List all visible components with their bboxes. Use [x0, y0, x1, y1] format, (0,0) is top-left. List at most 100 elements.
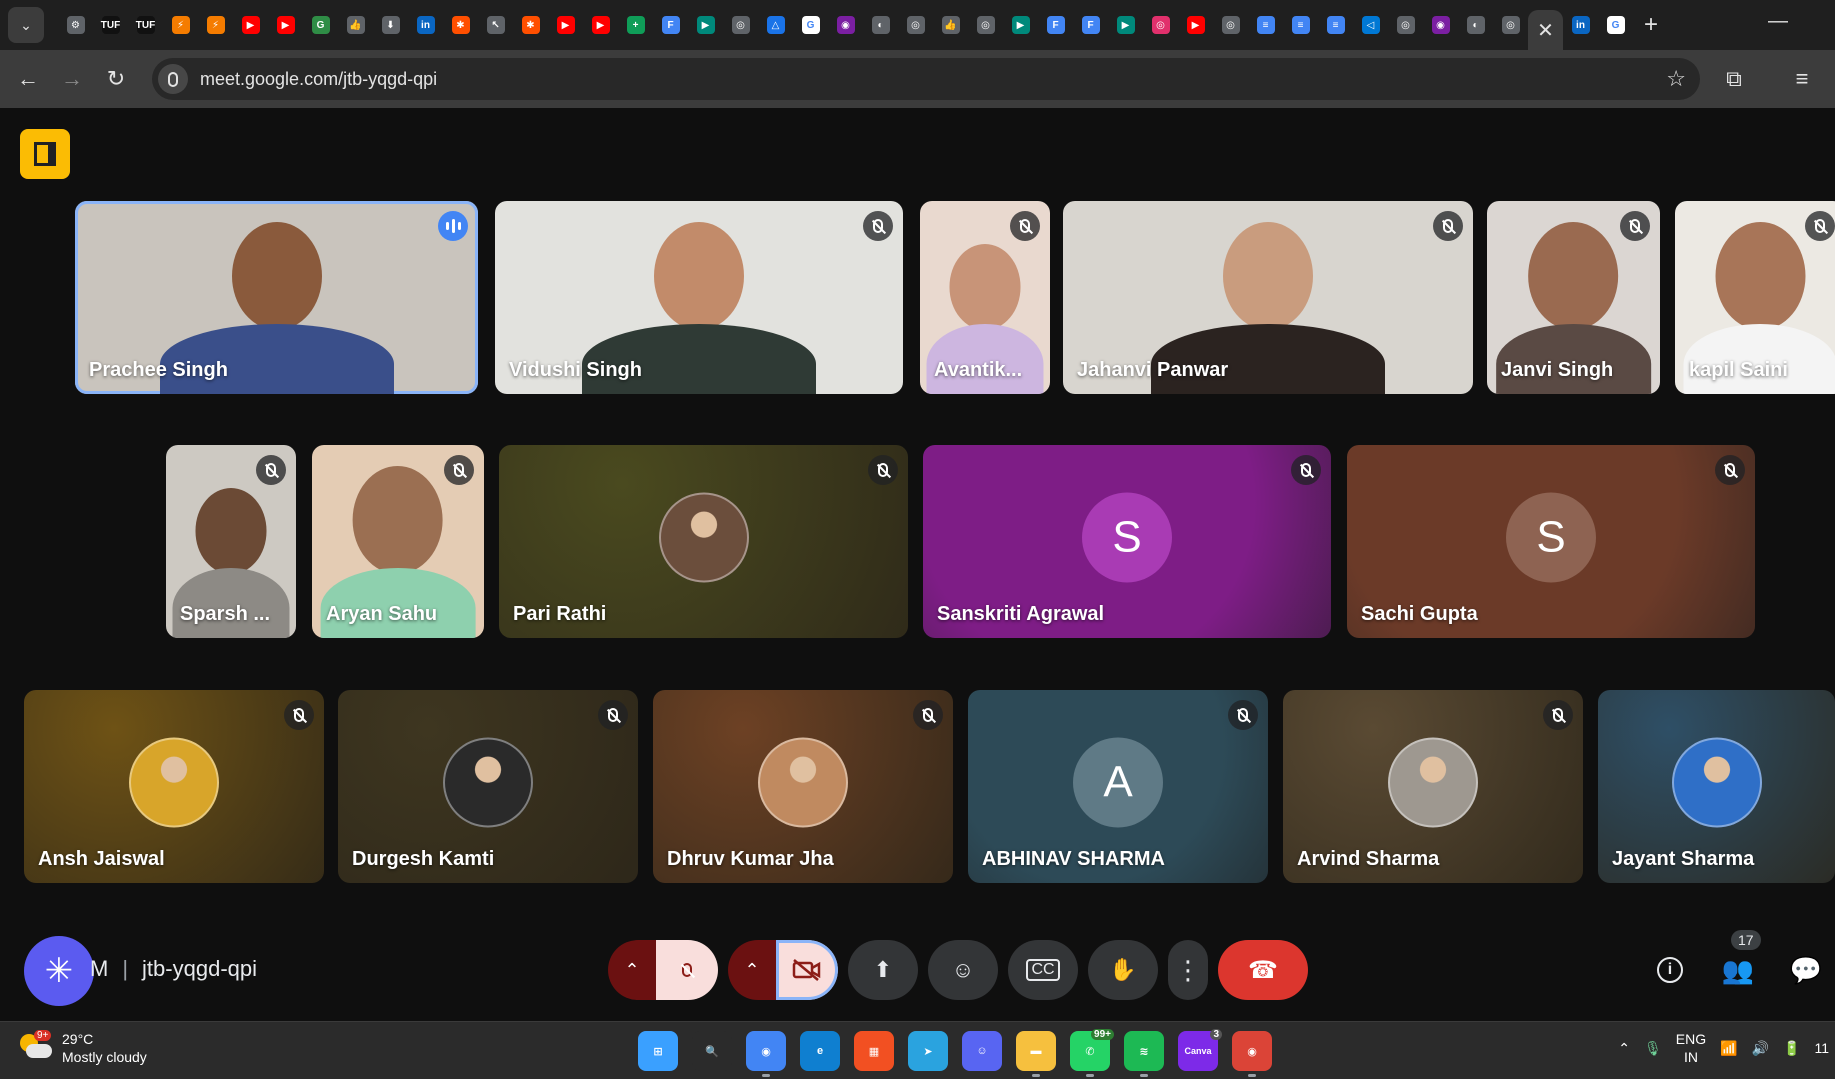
volume-icon[interactable]: 🔊: [1752, 1040, 1769, 1057]
search-icon[interactable]: 🔍: [692, 1031, 732, 1071]
participant-tile[interactable]: A ABHINAV SHARMA: [968, 690, 1268, 883]
tab-search-menu-button[interactable]: ⌄: [8, 7, 44, 43]
ms-store-icon[interactable]: ▦: [854, 1031, 894, 1071]
language-indicator[interactable]: ENG IN: [1676, 1030, 1706, 1066]
address-bar[interactable]: meet.google.com/jtb-yqgd-qpi ☆: [152, 58, 1700, 100]
browser-tab[interactable]: ▶: [688, 8, 723, 42]
close-tab-icon[interactable]: ✕: [1537, 18, 1554, 43]
participant-tile[interactable]: Aryan Sahu: [312, 445, 484, 638]
browser-tab[interactable]: 👍: [933, 8, 968, 42]
microphone-active-icon[interactable]: 🎙: [1644, 1040, 1662, 1057]
participant-tile[interactable]: Avantik...: [920, 201, 1050, 394]
browser-tab[interactable]: +: [618, 8, 653, 42]
browser-tab[interactable]: ▶: [268, 8, 303, 42]
weather-widget[interactable]: 9+ 29°C Mostly cloudy: [20, 1030, 147, 1066]
edge-icon[interactable]: e: [800, 1031, 840, 1071]
url-text[interactable]: meet.google.com/jtb-yqgd-qpi: [200, 69, 437, 90]
browser-tab[interactable]: ≡: [1283, 8, 1318, 42]
spotify-icon[interactable]: ≋: [1124, 1031, 1164, 1077]
participant-tile[interactable]: S Sachi Gupta: [1347, 445, 1755, 638]
canva-icon[interactable]: Canva 3: [1178, 1029, 1222, 1071]
browser-tab[interactable]: F: [1038, 8, 1073, 42]
browser-tab[interactable]: ↖: [478, 8, 513, 42]
browser-tab[interactable]: ⚡: [163, 8, 198, 42]
participant-tile[interactable]: Vidushi Singh: [495, 201, 903, 394]
telegram-icon[interactable]: ➤: [908, 1031, 948, 1071]
chrome-icon[interactable]: ◉: [746, 1031, 786, 1077]
whatsapp-icon[interactable]: ✆ 99+: [1070, 1029, 1114, 1077]
participant-tile[interactable]: S Sanskriti Agrawal: [923, 445, 1331, 638]
leave-call-button[interactable]: ☎: [1218, 940, 1308, 1000]
participant-tile[interactable]: Dhruv Kumar Jha: [653, 690, 953, 883]
reload-button[interactable]: ↻: [94, 57, 138, 101]
chrome-profile-icon[interactable]: ◉: [1232, 1031, 1272, 1077]
participant-tile[interactable]: kapil Saini: [1675, 201, 1835, 394]
browser-tab[interactable]: in: [1563, 8, 1598, 42]
back-button[interactable]: ←: [6, 57, 50, 101]
reactions-button[interactable]: ☺: [928, 940, 998, 1000]
chat-button[interactable]: 💬: [1777, 940, 1835, 1000]
more-options-button[interactable]: ⋮: [1168, 940, 1208, 1000]
site-info-button[interactable]: [158, 64, 188, 94]
discord-icon[interactable]: ☺: [962, 1031, 1002, 1071]
participant-tile[interactable]: Janvi Singh: [1487, 201, 1660, 394]
file-explorer-icon[interactable]: ▬: [1016, 1031, 1056, 1077]
browser-tab[interactable]: G: [793, 8, 828, 42]
browser-tab[interactable]: TUF: [128, 8, 163, 42]
browser-tab[interactable]: G: [303, 8, 338, 42]
participant-tile[interactable]: Sparsh ...: [166, 445, 296, 638]
browser-tab[interactable]: ◐: [1458, 8, 1493, 42]
browser-tab[interactable]: ◎: [1388, 8, 1423, 42]
media-controls-button[interactable]: ≡: [1780, 57, 1824, 101]
forward-button[interactable]: →: [50, 57, 94, 101]
browser-tab[interactable]: ◁: [1353, 8, 1388, 42]
browser-tab[interactable]: ◎: [1213, 8, 1248, 42]
chevron-up-icon[interactable]: ⌃: [1618, 1040, 1630, 1057]
browser-tab[interactable]: in: [408, 8, 443, 42]
raise-hand-button[interactable]: ✋: [1088, 940, 1158, 1000]
wifi-icon[interactable]: 📶: [1720, 1040, 1737, 1057]
browser-tab[interactable]: F: [1073, 8, 1108, 42]
new-tab-button[interactable]: +: [1633, 7, 1669, 43]
participant-tile[interactable]: Jahanvi Panwar: [1063, 201, 1473, 394]
clock[interactable]: 11: [1814, 1040, 1829, 1056]
extensions-button[interactable]: ⧉: [1712, 57, 1756, 101]
present-screen-button[interactable]: ⬆: [848, 940, 918, 1000]
browser-tab[interactable]: ▶: [1003, 8, 1038, 42]
browser-tab[interactable]: ◉: [828, 8, 863, 42]
browser-tab[interactable]: ▶: [1178, 8, 1213, 42]
bookmark-star-icon[interactable]: ☆: [1666, 66, 1686, 92]
microphone-toggle-button[interactable]: [656, 940, 718, 1000]
participant-tile[interactable]: Durgesh Kamti: [338, 690, 638, 883]
browser-tab[interactable]: F: [653, 8, 688, 42]
browser-tab[interactable]: ▶: [583, 8, 618, 42]
video-settings-button[interactable]: ⌃: [728, 940, 776, 1000]
assistant-fab-button[interactable]: ✳: [24, 936, 94, 1006]
camera-toggle-button[interactable]: [776, 940, 838, 1000]
companion-mode-button[interactable]: [20, 129, 70, 179]
browser-tab[interactable]: ◎: [1493, 8, 1528, 42]
browser-tab[interactable]: ⚙: [58, 8, 93, 42]
browser-tab[interactable]: ▶: [1108, 8, 1143, 42]
participant-tile[interactable]: Jayant Sharma: [1598, 690, 1835, 883]
browser-tab[interactable]: ≡: [1318, 8, 1353, 42]
participant-tile[interactable]: Prachee Singh: [75, 201, 478, 394]
audio-settings-button[interactable]: ⌃: [608, 940, 656, 1000]
browser-tab[interactable]: ◎: [723, 8, 758, 42]
participant-tile[interactable]: Arvind Sharma: [1283, 690, 1583, 883]
browser-tab[interactable]: ✱: [513, 8, 548, 42]
browser-tab[interactable]: ◎: [968, 8, 1003, 42]
minimize-button[interactable]: —: [1768, 10, 1788, 33]
browser-tab[interactable]: ⬇: [373, 8, 408, 42]
participant-tile[interactable]: Ansh Jaiswal: [24, 690, 324, 883]
participant-tile[interactable]: Pari Rathi: [499, 445, 908, 638]
browser-tab[interactable]: ◐: [863, 8, 898, 42]
browser-tab[interactable]: ▶: [233, 8, 268, 42]
browser-tab[interactable]: ◎: [1143, 8, 1178, 42]
browser-tab[interactable]: ◎: [898, 8, 933, 42]
browser-tab[interactable]: ✱: [443, 8, 478, 42]
browser-tab[interactable]: ≡: [1248, 8, 1283, 42]
browser-tab[interactable]: 👍: [338, 8, 373, 42]
meeting-details-button[interactable]: i: [1641, 940, 1699, 1000]
browser-tab[interactable]: G: [1598, 8, 1633, 42]
